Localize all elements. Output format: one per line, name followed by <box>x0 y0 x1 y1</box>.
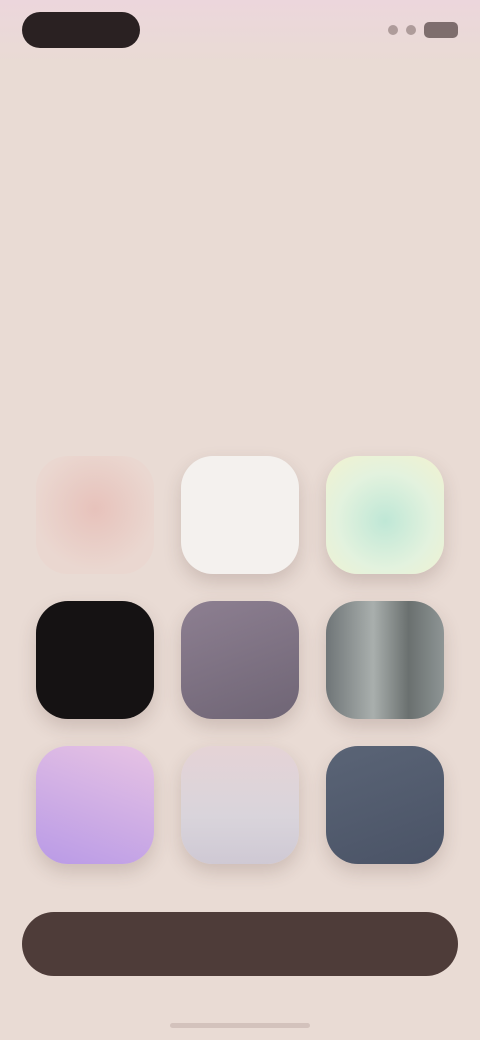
home-indicator[interactable] <box>170 1023 310 1028</box>
swatch-grid <box>30 450 450 870</box>
swatch-slate[interactable] <box>326 746 444 864</box>
swatch-black[interactable] <box>36 601 154 719</box>
swatch-white[interactable] <box>181 456 299 574</box>
swatch-lavender[interactable] <box>36 746 154 864</box>
signal-icon <box>388 25 398 35</box>
battery-icon <box>424 22 458 38</box>
swatch-rose[interactable] <box>36 456 154 574</box>
status-icons <box>388 20 458 40</box>
swatch-pale[interactable] <box>181 746 299 864</box>
wifi-icon <box>406 25 416 35</box>
dynamic-island <box>22 12 140 48</box>
continue-button[interactable] <box>22 912 458 976</box>
page-subtitle <box>90 255 390 303</box>
swatch-mint[interactable] <box>326 456 444 574</box>
swatch-purple-gray[interactable] <box>181 601 299 719</box>
page-title <box>60 150 420 222</box>
swatch-silver[interactable] <box>326 601 444 719</box>
status-bar <box>0 0 480 64</box>
